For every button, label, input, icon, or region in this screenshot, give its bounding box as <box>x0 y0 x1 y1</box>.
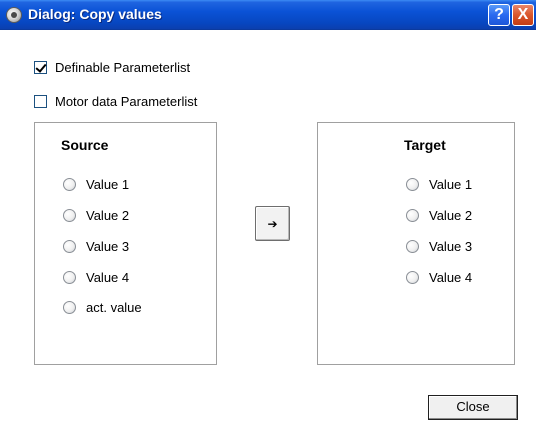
checkbox-box-checked[interactable] <box>34 61 47 74</box>
motor-data-parameterlist-checkbox[interactable]: Motor data Parameterlist <box>34 94 197 109</box>
window-title: Dialog: Copy values <box>28 6 162 22</box>
help-button[interactable]: ? <box>488 4 510 26</box>
checkbox-box[interactable] <box>34 95 47 108</box>
radio-label: Value 4 <box>429 270 473 285</box>
copy-arrow-button[interactable]: ➔ <box>255 206 290 241</box>
app-icon <box>6 7 22 23</box>
radio-label: Value 3 <box>86 239 130 254</box>
source-radio-value-2[interactable]: Value 2 <box>63 208 129 223</box>
radio-label: Value 2 <box>86 208 130 223</box>
radio-label: act. value <box>86 300 142 315</box>
target-radio-value-2[interactable]: Value 2 <box>406 208 472 223</box>
close-button[interactable]: Close <box>428 395 518 420</box>
source-title: Source <box>61 137 109 153</box>
radio-button[interactable] <box>406 271 419 284</box>
dialog-body: Definable Parameterlist Motor data Param… <box>0 31 536 439</box>
source-radio-act-value[interactable]: act. value <box>63 300 142 315</box>
radio-label: Value 1 <box>429 177 473 192</box>
source-group: Source Value 1 Value 2 Value 3 Value 4 a… <box>34 122 217 365</box>
target-radio-value-3[interactable]: Value 3 <box>406 239 472 254</box>
radio-button[interactable] <box>63 271 76 284</box>
source-radio-value-4[interactable]: Value 4 <box>63 270 129 285</box>
close-window-button[interactable]: X <box>512 4 534 26</box>
radio-button[interactable] <box>63 301 76 314</box>
source-radio-value-1[interactable]: Value 1 <box>63 177 129 192</box>
checkbox-label: Definable Parameterlist <box>55 60 191 75</box>
source-radio-value-3[interactable]: Value 3 <box>63 239 129 254</box>
radio-button[interactable] <box>406 240 419 253</box>
title-bar[interactable]: Dialog: Copy values ? X <box>0 0 536 30</box>
target-radio-value-1[interactable]: Value 1 <box>406 177 472 192</box>
radio-label: Value 1 <box>86 177 130 192</box>
radio-button[interactable] <box>63 178 76 191</box>
radio-label: Value 2 <box>429 208 473 223</box>
radio-button[interactable] <box>63 209 76 222</box>
radio-label: Value 4 <box>86 270 130 285</box>
arrow-right-icon: ➔ <box>267 216 278 231</box>
radio-button[interactable] <box>406 178 419 191</box>
target-title: Target <box>404 137 446 153</box>
target-group: Target Value 1 Value 2 Value 3 Value 4 <box>317 122 515 365</box>
definable-parameterlist-checkbox[interactable]: Definable Parameterlist <box>34 60 190 75</box>
target-radio-value-4[interactable]: Value 4 <box>406 270 472 285</box>
radio-label: Value 3 <box>429 239 473 254</box>
radio-button[interactable] <box>406 209 419 222</box>
radio-button[interactable] <box>63 240 76 253</box>
checkbox-label: Motor data Parameterlist <box>55 94 198 109</box>
